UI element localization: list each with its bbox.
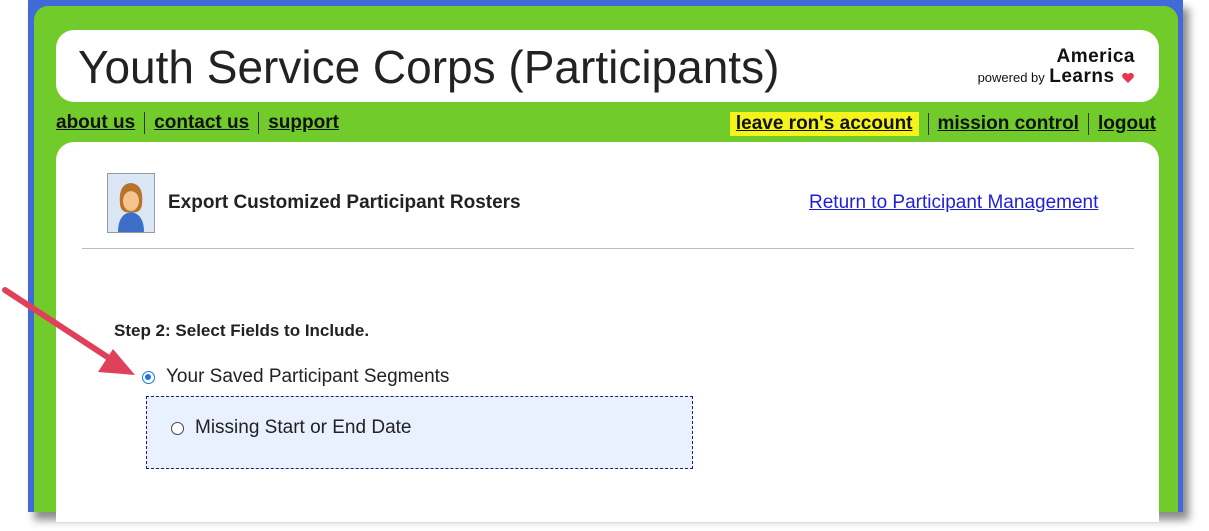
- heart-icon: [1122, 72, 1134, 83]
- nav-separator: [144, 112, 146, 134]
- leave-account-link[interactable]: leave ron's account: [736, 113, 913, 134]
- app-title: Youth Service Corps (Participants): [78, 41, 780, 93]
- user-avatar-icon: [107, 173, 155, 233]
- saved-segments-option[interactable]: Your Saved Participant Segments: [142, 366, 449, 388]
- top-nav: about us contact us support leave ron's …: [56, 112, 1156, 138]
- mission-control-link[interactable]: mission control: [938, 113, 1079, 135]
- header: Youth Service Corps (Participants) Ameri…: [56, 30, 1159, 102]
- return-to-participant-management-link[interactable]: Return to Participant Management: [809, 192, 1098, 214]
- missing-date-label: Missing Start or End Date: [195, 417, 412, 438]
- logout-link[interactable]: logout: [1098, 113, 1156, 135]
- saved-segments-label: Your Saved Participant Segments: [166, 366, 450, 387]
- support-link[interactable]: support: [268, 112, 339, 134]
- nav-right-links: leave ron's account mission control logo…: [729, 112, 1156, 136]
- segment-option-missing-date[interactable]: Missing Start or End Date: [171, 417, 411, 439]
- user-avatar-graphic: [108, 174, 154, 232]
- contact-us-link[interactable]: contact us: [154, 112, 249, 134]
- brand-america: America: [1056, 46, 1135, 67]
- missing-date-radio[interactable]: [171, 421, 184, 435]
- divider: [82, 248, 1134, 249]
- saved-segments-radio[interactable]: [142, 370, 155, 384]
- about-us-link[interactable]: about us: [56, 112, 135, 134]
- nav-separator: [1087, 113, 1089, 135]
- brand-learns: Learns: [1049, 66, 1115, 87]
- step-label: Step 2: Select Fields to Include.: [114, 321, 370, 340]
- brand-line: powered by Learns: [978, 66, 1135, 89]
- page-title: Export Customized Participant Rosters: [168, 192, 521, 213]
- brand-powered-by: powered by: [977, 70, 1045, 85]
- segment-list: Missing Start or End Date: [146, 396, 693, 469]
- nav-separator: [927, 113, 929, 135]
- nav-separator: [258, 112, 260, 134]
- america-learns-logo: America powered by Learns: [978, 47, 1135, 89]
- main-content: Export Customized Participant Rosters Re…: [56, 142, 1159, 522]
- leave-account-highlight: leave ron's account: [729, 112, 919, 136]
- nav-left-links: about us contact us support: [56, 112, 339, 134]
